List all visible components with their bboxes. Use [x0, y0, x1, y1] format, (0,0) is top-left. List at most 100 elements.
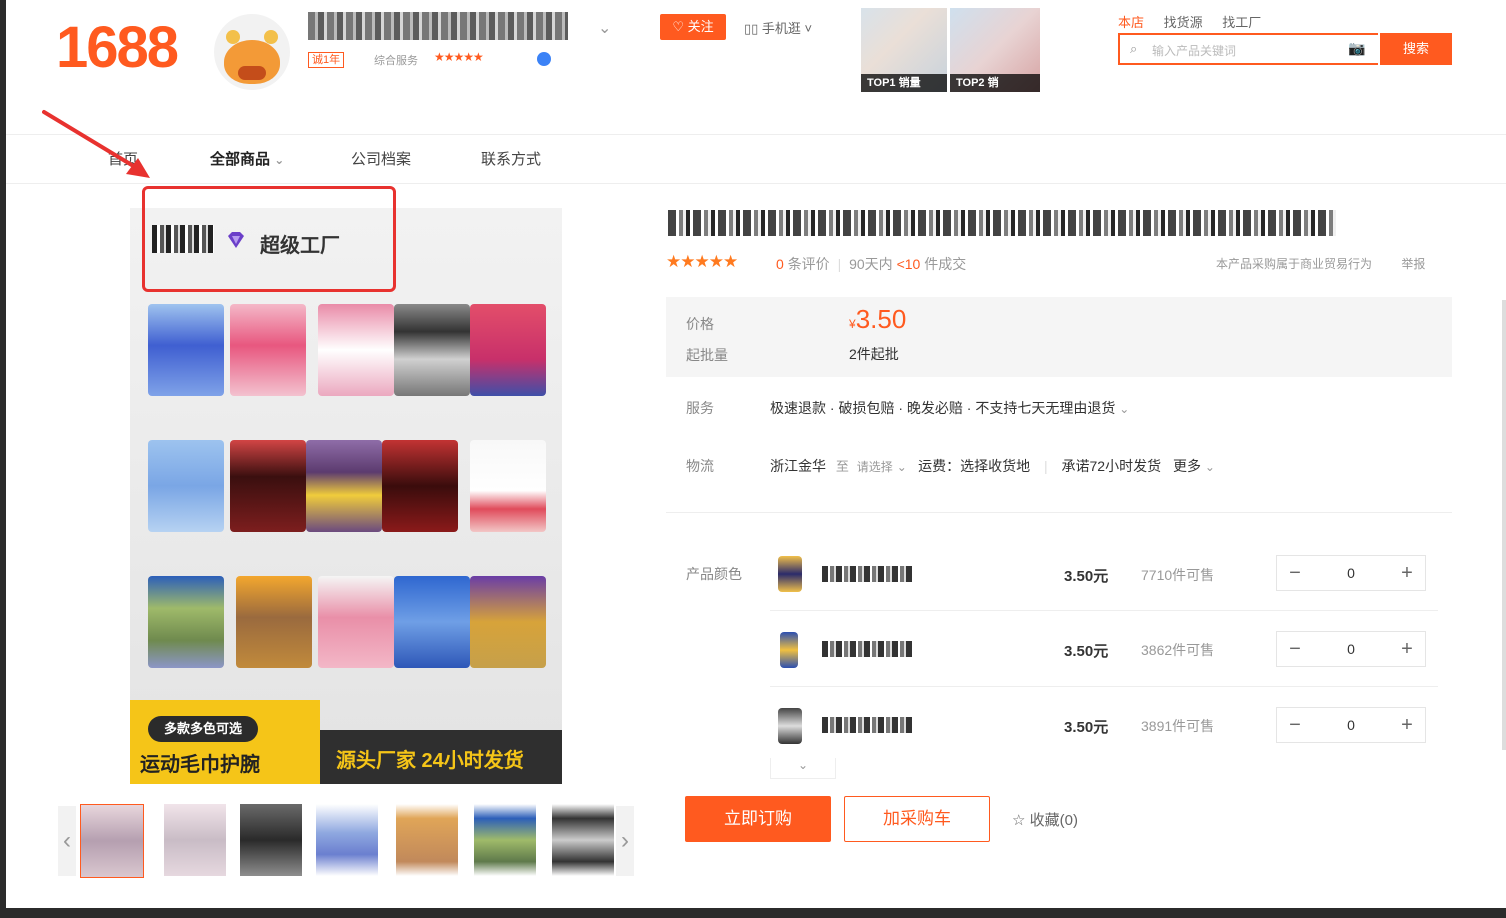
side-panel-edge — [1502, 300, 1506, 750]
service-row[interactable]: 极速退款 · 破损包赔 · 晚发必赔 · 不支持七天无理由退货 ⌄ — [770, 398, 1129, 418]
chevron-down-icon[interactable]: ⌄ — [897, 460, 910, 474]
rating-stars: ★★★★★ — [666, 252, 738, 271]
quantity-stepper: − 0 + — [1276, 707, 1426, 743]
nav-contact[interactable]: 联系方式 — [481, 148, 541, 169]
increase-button[interactable]: + — [1389, 708, 1425, 742]
sku-image[interactable] — [778, 708, 802, 744]
decrease-button[interactable]: − — [1277, 632, 1313, 666]
row-divider — [770, 686, 1438, 687]
report-area: 本产品采购属于商业贸易行为 举报 — [1216, 255, 1425, 272]
separator: | — [1043, 458, 1048, 474]
sku-stock: 3891件可售 — [1141, 718, 1215, 734]
nav-divider — [6, 183, 1506, 184]
scope-find-source[interactable]: 找货源 — [1164, 15, 1203, 30]
thumbnail-image[interactable] — [552, 804, 614, 876]
sku-image[interactable] — [778, 556, 802, 592]
chevron-down-icon: ⌄ — [1119, 402, 1130, 416]
site-logo[interactable]: 1688 — [56, 14, 179, 81]
service-stars: ★★★★★ — [434, 50, 484, 64]
expand-sku-button[interactable]: ⌄ — [770, 758, 836, 779]
nav-all-products[interactable]: 全部商品 ⌄ — [210, 148, 284, 169]
price-value: ¥3.50 — [849, 304, 906, 335]
logistics-row: 浙江金华 至 请选择 ⌄ 运费：选择收货地 | 承诺72小时发货 更多 ⌄ — [770, 456, 1215, 476]
product-swatch — [470, 304, 546, 396]
sku-price: 3.50元 — [1064, 719, 1109, 736]
shop-avatar[interactable] — [214, 14, 290, 90]
product-swatch — [470, 576, 546, 668]
mobile-view-link[interactable]: ▯▯ 手机逛 ˅ — [744, 18, 812, 37]
product-swatch — [236, 576, 312, 668]
logistics-label: 物流 — [686, 458, 714, 474]
product-swatch — [148, 576, 224, 668]
min-order-label: 起批量 — [686, 347, 728, 363]
increase-button[interactable]: + — [1389, 632, 1425, 666]
thumbnail-image[interactable] — [240, 804, 302, 876]
main-product-image[interactable] — [130, 208, 562, 784]
favorite-button[interactable]: ☆ 收藏(0) — [1012, 809, 1078, 830]
thumbnail-image[interactable] — [396, 804, 458, 876]
camera-icon[interactable]: 📷 — [1348, 40, 1365, 57]
trade-note: 本产品采购属于商业贸易行为 — [1216, 257, 1373, 271]
chevron-down-icon[interactable]: ⌄ — [1205, 460, 1215, 474]
scope-this-shop[interactable]: 本店 — [1118, 15, 1144, 30]
product-swatch — [318, 304, 394, 396]
report-link[interactable]: 举报 — [1401, 257, 1425, 271]
buy-now-button[interactable]: 立即订购 — [685, 796, 831, 842]
product-swatch — [230, 440, 306, 532]
thumbnail-image[interactable] — [80, 804, 144, 878]
nav-company-profile[interactable]: 公司档案 — [351, 148, 411, 169]
review-count[interactable]: 0 — [776, 256, 784, 272]
search-button[interactable]: 搜索 — [1380, 33, 1452, 65]
decrease-button[interactable]: − — [1277, 708, 1313, 742]
follow-button[interactable]: ♡ 关注 — [660, 14, 726, 40]
sku-name-obscured — [822, 566, 912, 582]
product-swatch — [306, 440, 382, 532]
add-to-cart-button[interactable]: 加采购车 — [844, 796, 990, 842]
thumb-prev-button[interactable]: ‹ — [58, 806, 76, 876]
currency-symbol: ¥ — [849, 317, 856, 331]
product-swatch — [394, 576, 470, 668]
top2-label: TOP2 销 — [950, 74, 1040, 92]
ship-origin: 浙江金华 — [770, 458, 826, 474]
review-suffix[interactable]: 条评价 — [788, 256, 830, 272]
product-swatch — [382, 440, 458, 532]
chevron-down-icon[interactable]: ⌄ — [598, 18, 611, 38]
thumbnail-image[interactable] — [316, 804, 378, 876]
color-label: 产品颜色 — [686, 566, 742, 582]
search-placeholder: 输入产品关键词 — [1152, 44, 1237, 58]
quantity-input[interactable]: 0 — [1313, 556, 1389, 590]
shop-name-obscured[interactable] — [308, 12, 568, 40]
super-factory-label: 超级工厂 — [260, 235, 340, 257]
quantity-stepper: − 0 + — [1276, 555, 1426, 591]
increase-button[interactable]: + — [1389, 556, 1425, 590]
top2-product-thumb[interactable]: TOP2 销 — [950, 8, 1040, 92]
sku-name-obscured — [822, 717, 912, 733]
quantity-input[interactable]: 0 — [1313, 632, 1389, 666]
thumbnail-image[interactable] — [474, 804, 536, 876]
top1-product-thumb[interactable]: TOP1 销量 — [861, 8, 947, 92]
scope-find-factory[interactable]: 找工厂 — [1222, 15, 1261, 30]
deals-suffix: 件成交 — [924, 256, 967, 272]
price-amount: 3.50 — [855, 304, 907, 334]
destination-select[interactable]: 请选择 — [857, 460, 893, 474]
sku-price: 3.50元 — [1064, 568, 1109, 585]
separator: | — [837, 256, 842, 272]
banner-title: 运动毛巾护腕 — [140, 754, 260, 776]
annotation-arrow-icon — [42, 110, 150, 178]
decrease-button[interactable]: − — [1277, 556, 1313, 590]
more-link[interactable]: 更多 — [1173, 458, 1201, 474]
product-page: 1688 ⌄ 诚1年 综合服务 ★★★★★ ♡ 关注 ▯▯ 手机逛 ˅ TOP1… — [6, 0, 1506, 908]
sku-stock: 3862件可售 — [1141, 642, 1215, 658]
section-divider — [666, 512, 1452, 513]
thumbnail-image[interactable] — [164, 804, 226, 876]
thumb-next-button[interactable]: › — [616, 806, 634, 876]
shipping-fee: 运费：选择收货地 — [918, 458, 1031, 474]
sku-name-obscured — [822, 641, 912, 657]
banner-slogan: 源头厂家 24小时发货 — [336, 750, 524, 772]
service-terms: 极速退款 · 破损包赔 · 晚发必赔 · 不支持七天无理由退货 — [770, 400, 1116, 416]
quantity-input[interactable]: 0 — [1313, 708, 1389, 742]
diamond-icon — [228, 232, 244, 248]
sku-image[interactable] — [780, 632, 798, 668]
price-label: 价格 — [686, 316, 714, 332]
factory-logo-obscured — [152, 225, 214, 253]
